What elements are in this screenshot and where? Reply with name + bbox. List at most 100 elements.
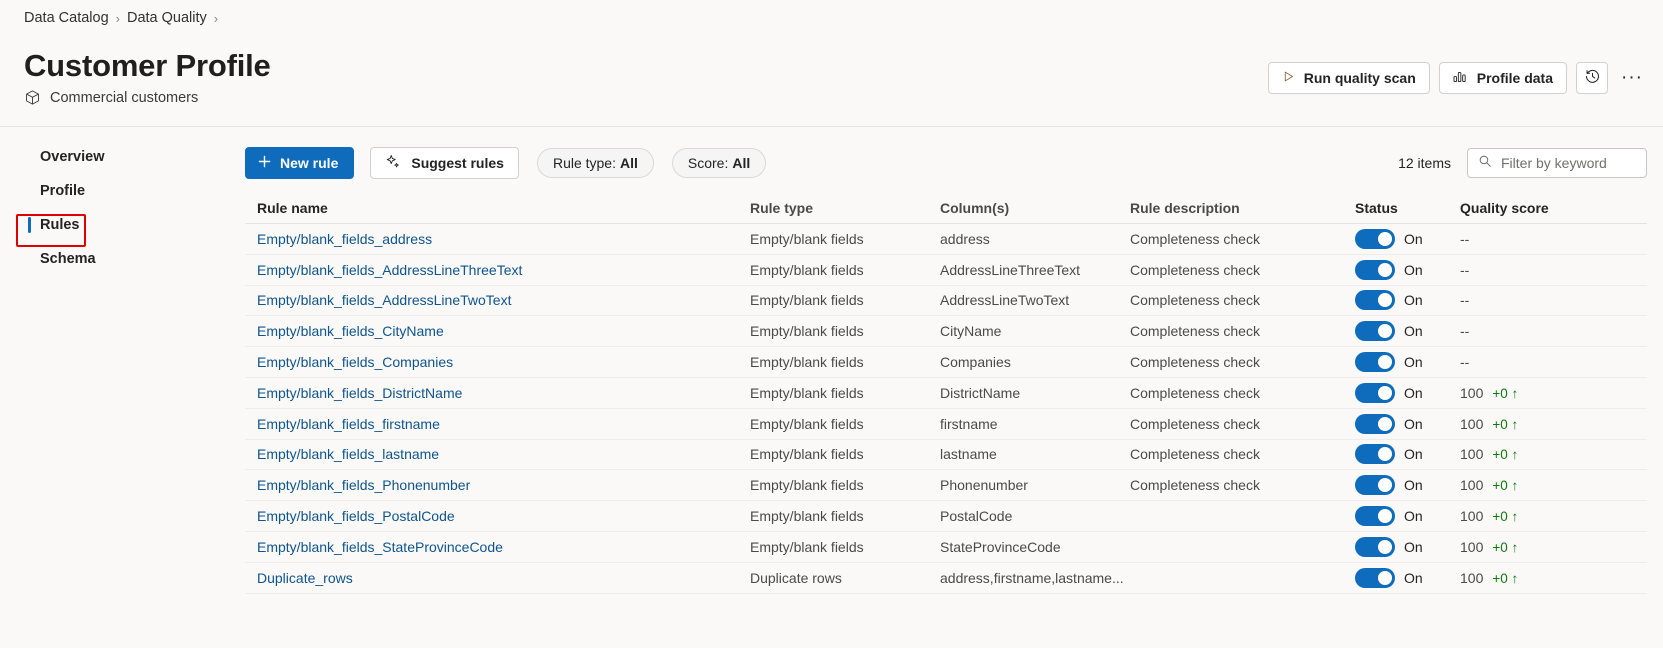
sidebar-item-label: Profile xyxy=(40,183,86,199)
cell-quality-score: -- xyxy=(1460,262,1600,278)
status-label: On xyxy=(1404,292,1423,309)
rule-type-filter[interactable]: Rule type: All xyxy=(536,148,654,178)
cell-status: On xyxy=(1355,536,1460,557)
score-filter[interactable]: Score: All xyxy=(671,148,767,178)
table-row[interactable]: Empty/blank_fields_PostalCode Empty/blank… xyxy=(245,501,1647,532)
score-filter-label: Score: xyxy=(687,155,729,171)
cell-columns: PostalCode xyxy=(940,508,1013,525)
table-row[interactable]: Empty/blank_fields_StateProvinceCode Empt… xyxy=(245,532,1647,563)
status-toggle[interactable] xyxy=(1355,228,1395,249)
toolbar-right-group: 12 items xyxy=(1398,148,1647,178)
cell-quality-score: -- xyxy=(1460,354,1600,370)
toggle-knob xyxy=(1378,293,1392,308)
rule-name-link[interactable]: Empty/blank_fields_DistrictName xyxy=(257,385,462,401)
rule-name-link[interactable]: Empty/blank_fields_PostalCode xyxy=(257,508,455,524)
cell-quality-score: 100 +0 ↑ xyxy=(1460,446,1600,462)
status-toggle[interactable] xyxy=(1355,259,1395,280)
score-filter-value: All xyxy=(732,155,751,171)
more-options-button[interactable]: ··· xyxy=(1617,62,1647,94)
rule-name-link[interactable]: Empty/blank_fields_Companies xyxy=(257,354,453,370)
cell-rule-description: Completeness check xyxy=(1130,323,1260,340)
table-row[interactable]: Empty/blank_fields_AddressLineTwoText Emp… xyxy=(245,286,1647,317)
cell-rule-name: Empty/blank_fields_firstname xyxy=(245,416,750,432)
cell-quality-score: 100 +0 ↑ xyxy=(1460,570,1600,586)
rule-name-link[interactable]: Duplicate_rows xyxy=(257,570,353,586)
rule-name-link[interactable]: Empty/blank_fields_Phonenumber xyxy=(257,477,470,493)
quality-score-value: 100 xyxy=(1460,538,1484,555)
cell-rule-type: Empty/blank fields xyxy=(750,384,864,401)
toggle-knob xyxy=(1378,324,1392,339)
filter-by-keyword-box[interactable] xyxy=(1467,148,1647,178)
table-row[interactable]: Duplicate_rows Duplicate rows address,firs… xyxy=(245,563,1647,594)
table-row[interactable]: Empty/blank_fields_DistrictName Empty/bla… xyxy=(245,378,1647,409)
cell-rule-description: Completeness check xyxy=(1130,261,1260,278)
filter-by-keyword-input[interactable] xyxy=(1501,155,1636,171)
table-row[interactable]: Empty/blank_fields_address Empty/blank fi… xyxy=(245,224,1647,255)
table-row[interactable]: Empty/blank_fields_lastname Empty/blank f… xyxy=(245,440,1647,471)
rule-name-link[interactable]: Empty/blank_fields_lastname xyxy=(257,446,439,462)
cell-rule-description: Completeness check xyxy=(1130,292,1260,309)
cell-columns: Companies xyxy=(940,354,1011,371)
sidebar-item-profile[interactable]: Profile xyxy=(0,174,240,208)
cell-status: On xyxy=(1355,228,1460,249)
status-toggle[interactable] xyxy=(1355,506,1395,527)
table-row[interactable]: Empty/blank_fields_firstname Empty/blank … xyxy=(245,409,1647,440)
scan-history-button[interactable] xyxy=(1576,62,1608,94)
new-rule-button[interactable]: New rule xyxy=(245,147,355,179)
page-subtitle-label: Commercial customers xyxy=(50,89,199,106)
table-row[interactable]: Empty/blank_fields_Phonenumber Empty/blan… xyxy=(245,470,1647,502)
status-toggle[interactable] xyxy=(1355,444,1395,465)
toggle-knob xyxy=(1378,539,1392,554)
status-label: On xyxy=(1404,569,1423,586)
run-quality-scan-button[interactable]: Run quality scan xyxy=(1267,62,1430,94)
cell-rule-name: Empty/blank_fields_PostalCode xyxy=(245,508,750,524)
breadcrumb-item-data-quality[interactable]: Data Quality xyxy=(127,10,207,26)
column-header-columns: Column(s) xyxy=(940,199,1010,216)
sidebar-item-schema[interactable]: Schema xyxy=(0,242,240,276)
status-toggle[interactable] xyxy=(1355,567,1395,588)
status-toggle[interactable] xyxy=(1355,352,1395,373)
rule-name-link[interactable]: Empty/blank_fields_StateProvinceCode xyxy=(257,539,503,555)
cell-rule-type: Empty/blank fields xyxy=(750,508,864,525)
toggle-knob xyxy=(1378,570,1392,585)
quality-score-delta: +0 ↑ xyxy=(1492,385,1519,401)
status-toggle[interactable] xyxy=(1355,290,1395,311)
table-row[interactable]: Empty/blank_fields_Companies Empty/blank … xyxy=(245,347,1647,378)
rule-name-link[interactable]: Empty/blank_fields_CityName xyxy=(257,323,444,339)
rule-name-link[interactable]: Empty/blank_fields_AddressLineTwoText xyxy=(257,292,511,308)
status-toggle[interactable] xyxy=(1355,536,1395,557)
profile-data-button[interactable]: Profile data xyxy=(1438,62,1567,94)
quality-score-delta: +0 ↑ xyxy=(1492,570,1519,586)
table-row[interactable]: Empty/blank_fields_AddressLineThreeText E… xyxy=(245,255,1647,286)
cell-columns: AddressLineTwoText xyxy=(940,292,1070,309)
rule-name-link[interactable]: Empty/blank_fields_firstname xyxy=(257,416,440,432)
rule-name-link[interactable]: Empty/blank_fields_address xyxy=(257,231,432,247)
toggle-knob xyxy=(1378,231,1392,246)
suggest-rules-button[interactable]: Suggest rules xyxy=(370,147,519,179)
cell-columns: Phonenumber xyxy=(940,477,1028,494)
sidebar-item-label: Overview xyxy=(40,149,105,165)
status-toggle[interactable] xyxy=(1355,475,1395,496)
sidebar-item-rules[interactable]: Rules xyxy=(0,208,240,242)
table-row[interactable]: Empty/blank_fields_CityName Empty/blank f… xyxy=(245,316,1647,348)
cell-status: On xyxy=(1355,475,1460,496)
rule-name-link[interactable]: Empty/blank_fields_AddressLineThreeText xyxy=(257,262,522,278)
items-count-label: 12 items xyxy=(1398,155,1451,171)
status-toggle[interactable] xyxy=(1355,413,1395,434)
quality-score-delta: +0 ↑ xyxy=(1492,447,1519,463)
cell-rule-type: Empty/blank fields xyxy=(750,230,864,247)
sidebar-item-overview[interactable]: Overview xyxy=(0,140,240,174)
breadcrumb-separator-icon: › xyxy=(213,10,219,26)
breadcrumb-item-data-catalog[interactable]: Data Catalog xyxy=(24,10,109,26)
quality-score-value: 100 xyxy=(1460,415,1484,432)
cell-rule-type: Empty/blank fields xyxy=(750,354,864,371)
status-toggle[interactable] xyxy=(1355,321,1395,342)
breadcrumb: Data Catalog › Data Quality › xyxy=(24,10,218,26)
cell-columns: DistrictName xyxy=(940,384,1021,401)
cell-quality-score: -- xyxy=(1460,231,1600,247)
cell-rule-type: Empty/blank fields xyxy=(750,323,864,340)
cell-rule-type: Empty/blank fields xyxy=(750,538,864,555)
toggle-knob xyxy=(1378,478,1392,493)
status-label: On xyxy=(1404,446,1423,463)
status-toggle[interactable] xyxy=(1355,382,1395,403)
